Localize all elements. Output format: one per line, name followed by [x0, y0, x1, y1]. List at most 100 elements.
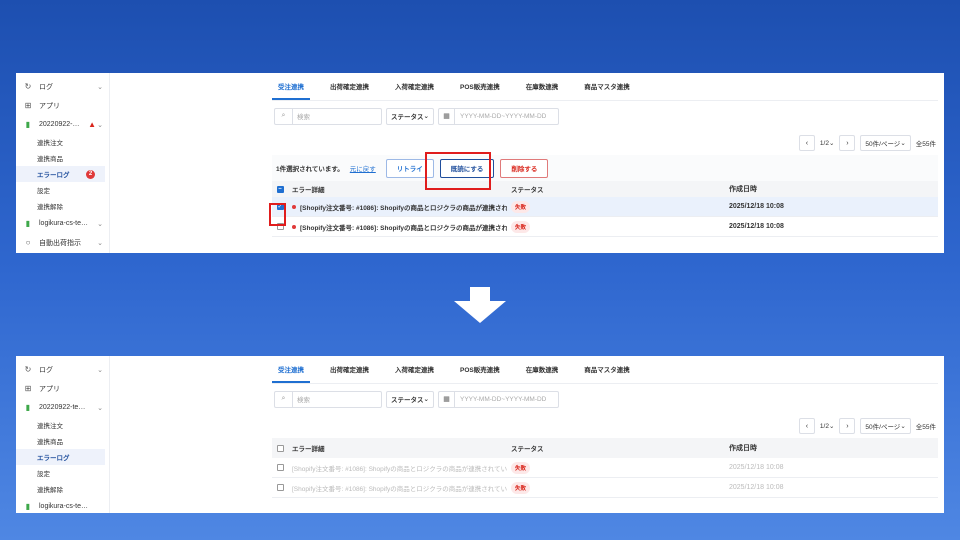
sidebar-item-label: エラーログ: [37, 172, 70, 179]
select-all-checkbox[interactable]: –: [276, 185, 284, 193]
chevron-down-icon: ⌄: [97, 404, 103, 412]
header-detail: エラー詳細: [292, 446, 325, 453]
chevron-down-icon: ⌄: [423, 113, 429, 120]
sidebar-sub-orders[interactable]: 連携注文: [16, 134, 109, 150]
status-badge: 失敗: [511, 220, 531, 233]
sidebar-item-label: logikura-cs-te…: [39, 220, 89, 227]
sidebar-item-label: 20220922-…: [39, 121, 80, 128]
search-input[interactable]: ⌕ 検索: [274, 390, 382, 408]
tab-arrival-sync[interactable]: 入荷確定連携: [389, 81, 440, 100]
tab-shipment-sync[interactable]: 出荷確定連携: [324, 81, 375, 100]
tab-product-master-sync[interactable]: 商品マスタ連携: [578, 364, 636, 383]
next-page-button[interactable]: ›: [839, 418, 856, 434]
status-select[interactable]: ステータス ⌄: [386, 390, 434, 408]
sidebar-item-auto-ship[interactable]: ○ 自動出荷指示 ⌄: [16, 233, 109, 252]
search-icon: ⌕: [275, 391, 293, 407]
tab-stock-sync[interactable]: 在庫数連携: [520, 81, 565, 100]
tab-arrival-sync[interactable]: 入荷確定連携: [389, 364, 440, 383]
unread-dot: [292, 204, 296, 209]
sidebar-sub-error-log[interactable]: エラーログ 2: [16, 166, 105, 182]
row-checkbox[interactable]: [276, 484, 284, 491]
sidebar-item-label: エラーログ: [37, 455, 70, 462]
sidebar-sub-orders[interactable]: 連携注文: [16, 417, 109, 433]
sidebar-item-shop[interactable]: ▮ 20220922-te… ⌄: [16, 398, 109, 417]
delete-button[interactable]: 削除する: [500, 158, 549, 178]
header-created: 作成日時: [729, 445, 757, 452]
table-header: – エラー詳細 ステータス 作成日時: [272, 181, 938, 197]
sidebar-item-label: logikura-cs-te…: [39, 503, 89, 510]
sidebar-item-label: ログ: [39, 366, 53, 374]
error-count-badge: 2: [86, 169, 95, 179]
filter-bar: ⌕ 検索 ステータス ⌄ ▦ YYYY-MM-DD~YYYY-MM-DD: [272, 101, 938, 131]
filter-bar: ⌕ 検索 ステータス ⌄ ▦ YYYY-MM-DD~YYYY-MM-DD: [272, 384, 938, 414]
date-range-input[interactable]: ▦ YYYY-MM-DD~YYYY-MM-DD: [438, 390, 559, 408]
pagination: ‹ 1/2⌄ › 50件/ページ ⌄ 全55件: [272, 414, 938, 438]
sidebar-item-app[interactable]: ⊞ アプリ: [16, 379, 109, 398]
sidebar-item-label: ログ: [39, 83, 53, 91]
per-page-select[interactable]: 50件/ページ ⌄: [860, 135, 911, 151]
sidebar-item-shop[interactable]: ▮ 20220922-… ▲ ⌄: [16, 115, 109, 134]
chevron-down-icon: ⌄: [97, 83, 103, 91]
header-status: ステータス: [511, 446, 544, 453]
tab-shipment-sync[interactable]: 出荷確定連携: [324, 364, 375, 383]
sidebar-sub-settings[interactable]: 設定: [16, 182, 109, 198]
app-icon: ⊞: [24, 384, 32, 393]
tab-product-master-sync[interactable]: 商品マスタ連携: [578, 81, 636, 100]
table-row[interactable]: [Shopify注文番号: #1086]: Shopifyの商品とロジクラの商品…: [272, 478, 938, 498]
sidebar-sub-products[interactable]: 連携商品: [16, 150, 109, 166]
search-input[interactable]: ⌕ 検索: [274, 107, 382, 125]
status-select[interactable]: ステータス ⌄: [386, 107, 434, 125]
sidebar-item-log[interactable]: ↻ ログ ⌄: [16, 360, 109, 379]
pagination: ‹ 1/2⌄ › 50件/ページ ⌄ 全55件: [272, 131, 938, 155]
sidebar-item-shop2[interactable]: ▮ logikura-cs-te…: [16, 497, 109, 513]
sidebar-item-log[interactable]: ↻ ログ ⌄: [16, 77, 109, 96]
select-all-checkbox[interactable]: [276, 444, 284, 452]
tab-bar: 受注連携 出荷確定連携 入荷確定連携 POS販売連携 在庫数連携 商品マスタ連携: [272, 356, 938, 384]
tab-order-sync[interactable]: 受注連携: [272, 81, 310, 100]
sidebar-sub-products[interactable]: 連携商品: [16, 433, 109, 449]
tab-bar: 受注連携 出荷確定連携 入荷確定連携 POS販売連携 在庫数連携 商品マスタ連携: [272, 73, 938, 101]
tab-order-sync[interactable]: 受注連携: [272, 364, 310, 383]
prev-page-button[interactable]: ‹: [798, 135, 815, 151]
table-row[interactable]: [Shopify注文番号: #1086]: Shopifyの商品とロジクラの商品…: [272, 217, 938, 237]
tab-stock-sync[interactable]: 在庫数連携: [520, 364, 565, 383]
sidebar-sub-unlink[interactable]: 連携解除: [16, 198, 109, 214]
undo-link[interactable]: 元に戻す: [350, 163, 376, 173]
prev-page-button[interactable]: ‹: [798, 418, 815, 434]
sidebar-sub-unlink[interactable]: 連携解除: [16, 481, 109, 497]
status-badge: 失敗: [511, 200, 531, 213]
page-select[interactable]: 1/2⌄: [820, 139, 835, 147]
highlight-row-checkbox: [269, 203, 286, 226]
header-created: 作成日時: [729, 186, 757, 193]
row-checkbox[interactable]: [276, 464, 284, 471]
sidebar-item-shop2[interactable]: ▮ logikura-cs-te… ⌄: [16, 214, 109, 233]
shopify-icon: ▮: [25, 403, 31, 412]
table-header: エラー詳細 ステータス 作成日時: [272, 438, 938, 458]
sidebar-item-app[interactable]: ⊞ アプリ: [16, 96, 109, 115]
main-content: 受注連携 出荷確定連携 入荷確定連携 POS販売連携 在庫数連携 商品マスタ連携…: [266, 356, 944, 513]
shopify-icon: ▮: [25, 120, 31, 129]
header-status: ステータス: [511, 187, 544, 194]
chevron-down-icon: ⌄: [97, 121, 103, 129]
tab-pos-sync[interactable]: POS販売連携: [454, 364, 506, 383]
shopify-icon: ▮: [25, 219, 31, 228]
date-range-input[interactable]: ▦ YYYY-MM-DD~YYYY-MM-DD: [438, 107, 559, 125]
per-page-select[interactable]: 50件/ページ ⌄: [860, 418, 911, 434]
arrow-down-icon: [454, 287, 506, 323]
chevron-down-icon: ⌄: [97, 239, 103, 247]
sidebar: ↻ ログ ⌄ ⊞ アプリ ▮ 20220922-… ▲ ⌄ 連携注文 連携商品 …: [16, 73, 110, 253]
sidebar-sub-settings[interactable]: 設定: [16, 465, 109, 481]
log-icon: ↻: [24, 82, 32, 91]
calendar-icon: ▦: [439, 391, 455, 407]
shopify-icon: ▮: [25, 502, 31, 511]
sidebar-sub-error-log[interactable]: エラーログ: [16, 449, 105, 465]
next-page-button[interactable]: ›: [839, 135, 856, 151]
tab-pos-sync[interactable]: POS販売連携: [454, 81, 506, 100]
table-row[interactable]: ✓ [Shopify注文番号: #1086]: Shopifyの商品とロジクラの…: [272, 197, 938, 217]
page-select[interactable]: 1/2⌄: [820, 422, 835, 430]
sidebar-item-label: アプリ: [39, 102, 60, 110]
log-icon: ↻: [24, 365, 32, 374]
sidebar: ↻ ログ ⌄ ⊞ アプリ ▮ 20220922-te… ⌄ 連携注文 連携商品 …: [16, 356, 110, 513]
table-row[interactable]: [Shopify注文番号: #1086]: Shopifyの商品とロジクラの商品…: [272, 458, 938, 478]
app-icon: ⊞: [24, 101, 32, 110]
